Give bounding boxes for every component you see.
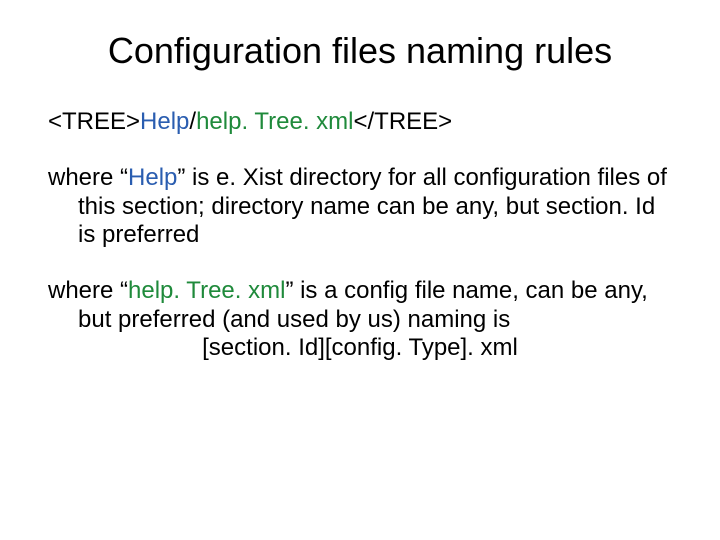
slide-body: <TREE>Help/help. Tree. xml</TREE> where … (48, 108, 672, 362)
naming-pattern: [section. Id][config. Type]. xml (48, 334, 672, 362)
where-file-lead: where “ (48, 277, 128, 304)
where-file-highlight: help. Tree. xml (128, 277, 285, 304)
where-help-paragraph: where “Help” is e. Xist directory for al… (48, 164, 672, 249)
where-help-highlight: Help (128, 164, 177, 191)
tree-directory: Help (140, 108, 189, 135)
where-file-block: where “help. Tree. xml” is a config file… (48, 277, 672, 362)
tree-close-tag: </TREE> (353, 108, 452, 135)
slide-title: Configuration files naming rules (48, 30, 672, 72)
tree-filename: help. Tree. xml (196, 108, 353, 135)
tree-example-line: <TREE>Help/help. Tree. xml</TREE> (48, 108, 672, 136)
where-help-lead: where “ (48, 164, 128, 191)
tree-open-tag: <TREE> (48, 108, 140, 135)
slide: Configuration files naming rules <TREE>H… (0, 0, 720, 540)
where-file-paragraph: where “help. Tree. xml” is a config file… (48, 277, 672, 334)
